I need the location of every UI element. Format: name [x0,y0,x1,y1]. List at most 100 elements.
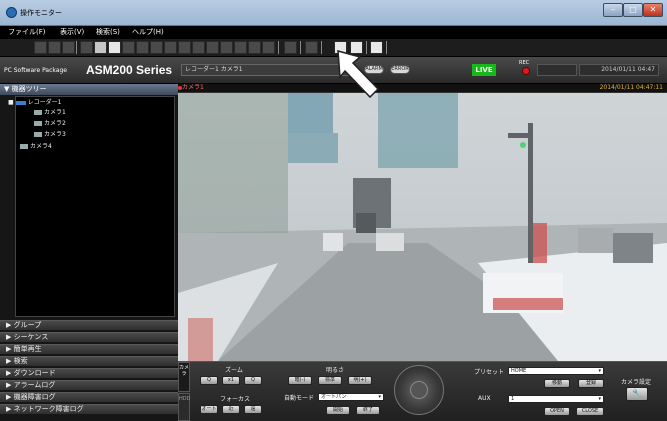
tree-item-recorder[interactable]: ■ レコーダー1 [8,98,61,107]
aux-value: 1 [511,396,515,402]
camera-icon [34,121,42,126]
menu-help[interactable]: ヘルプ(H) [132,27,164,38]
zoom-out-button[interactable]: Q [200,376,218,385]
focus-far-button[interactable]: 遠 [244,405,262,414]
section-label: グループ [13,321,42,329]
tree-recorder-label: レコーダー1 [27,99,62,106]
zoom-in-button[interactable]: Q [244,376,262,385]
section-label: ダウンロード [13,369,56,377]
brightness-dark-button[interactable]: 暗(-) [288,376,312,385]
focus-label: フォーカス [220,396,251,403]
hdd-tab[interactable]: HDD [178,393,190,421]
callout-arrow-icon [337,49,380,99]
brightness-label: 明るさ [326,367,345,374]
layout-4-icon[interactable] [94,41,107,54]
camera-icon [20,144,28,149]
layout-1-icon[interactable] [80,41,93,54]
tree-item-camera[interactable]: カメラ3 [34,130,66,139]
search-icon[interactable] [305,41,318,54]
rec-indicator-icon [522,67,530,75]
settings-icon[interactable] [62,41,75,54]
aux-select[interactable]: 1 ▾ [508,395,604,403]
tree-item-camera[interactable]: カメラ1 [34,108,66,117]
aux-close-button[interactable]: CLOSE [576,407,604,416]
aux-open-button[interactable]: OPEN [544,407,570,416]
current-datetime: 2014/01/11 04:47 [579,64,659,76]
auto-stop-button[interactable]: 終了 [356,406,380,415]
video-timestamp: 2014/01/11 04:47:11 [599,84,663,91]
section-search[interactable]: ▶ 検索 [0,356,178,366]
section-network-error-log[interactable]: ▶ ネットワーク障害ログ [0,404,178,414]
device-tree-title: 機器ツリー [11,85,47,93]
section-label: シーケンス [13,333,49,341]
video-header: カメラ1 2014/01/11 04:47:11 [178,84,667,93]
device-tree-header[interactable]: ▼ 機器ツリー [0,84,178,95]
section-sequence[interactable]: ▶ シーケンス [0,332,178,342]
window-title: 操作モニター [20,9,62,17]
brand-model: ASM200 Series [86,63,173,77]
maximize-button[interactable]: □ [623,3,643,17]
camera-selector[interactable]: レコーダー1 カメラ1 [181,64,351,76]
brightness-bright-button[interactable]: 明(+) [348,376,372,385]
camera-tab-label: カメラ [179,365,190,377]
chevron-down-icon: ▾ [598,368,601,374]
camera-icon[interactable] [34,41,47,54]
focus-near-button[interactable]: 近 [222,405,240,414]
layout-25-icon[interactable] [206,41,219,54]
focus-auto-button[interactable]: オート [200,405,218,414]
layout-36-icon[interactable] [220,41,233,54]
snowy-road-scene [178,93,667,361]
tree-item-camera[interactable]: カメラ2 [34,119,66,128]
preset-move-button[interactable]: 移動 [544,379,570,388]
tree-item-camera[interactable]: カメラ4 [20,142,52,151]
layout-9-icon[interactable] [136,41,149,54]
section-group[interactable]: ▶ グループ [0,320,178,330]
aux-label: AUX [478,395,491,402]
preset-select[interactable]: HOME ▾ [508,367,604,375]
zoom-x1-button[interactable]: x1 [222,376,240,385]
layout-6-icon[interactable] [122,41,135,54]
status-field [537,64,577,76]
brand-package: PC Software Package [4,67,67,74]
menu-search[interactable]: 検索(S) [96,27,120,38]
auto-mode-select[interactable]: オートパン ▾ [318,393,384,401]
minimize-button[interactable]: – [603,3,623,17]
layout-custom-icon[interactable] [262,41,275,54]
layout-single-icon[interactable] [108,41,121,54]
section-device-error-log[interactable]: ▶ 機器障害ログ [0,392,178,402]
fullscreen-icon[interactable] [284,41,297,54]
close-button[interactable]: ✕ [643,3,663,17]
section-download[interactable]: ▶ ダウンロード [0,368,178,378]
camera-control-panel: カメラ HDD ズーム Q x1 Q フォーカス オート 近 遠 明るさ 暗(-… [178,361,667,421]
section-alarm-log[interactable]: ▶ アラームログ [0,380,178,390]
video-feed[interactable] [178,93,667,361]
auto-start-button[interactable]: 開始 [326,406,350,415]
rec-label: REC [519,60,530,66]
menu-view[interactable]: 表示(V) [60,27,84,38]
print-icon[interactable] [48,41,61,54]
layout-49-icon[interactable] [234,41,247,54]
layout-10-icon[interactable] [150,41,163,54]
brightness-standard-button[interactable]: 標準 [318,376,342,385]
hdd-tab-label: HDD [179,396,191,402]
live-indicator: LIVE [472,64,496,76]
layout-20-icon[interactable] [192,41,205,54]
expand-icon[interactable]: ■ [8,99,16,106]
preset-register-button[interactable]: 登録 [578,379,604,388]
zoom-label: ズーム [225,367,243,374]
section-simple-playback[interactable]: ▶ 簡単再生 [0,344,178,354]
wrench-icon[interactable]: 🔧 [626,387,648,401]
error-button[interactable]: ERROR [390,65,410,74]
layout-16-icon[interactable] [178,41,191,54]
section-label: アラームログ [13,381,56,389]
layout-64-icon[interactable] [248,41,261,54]
sidebar: ▼ 機器ツリー ■ レコーダー1 カメラ1 カメラ2 カメラ3 カメラ4 ▶ グ… [0,84,178,421]
ptz-joystick[interactable] [394,365,444,415]
toolbar-divider [278,41,279,54]
camera-tab[interactable]: カメラ [178,362,190,392]
auto-mode-label: 自動モード [284,395,315,402]
video-camera-name: カメラ1 [182,84,204,91]
menu-file[interactable]: ファイル(F) [8,27,46,38]
section-label: 機器障害ログ [13,393,56,401]
layout-13-icon[interactable] [164,41,177,54]
